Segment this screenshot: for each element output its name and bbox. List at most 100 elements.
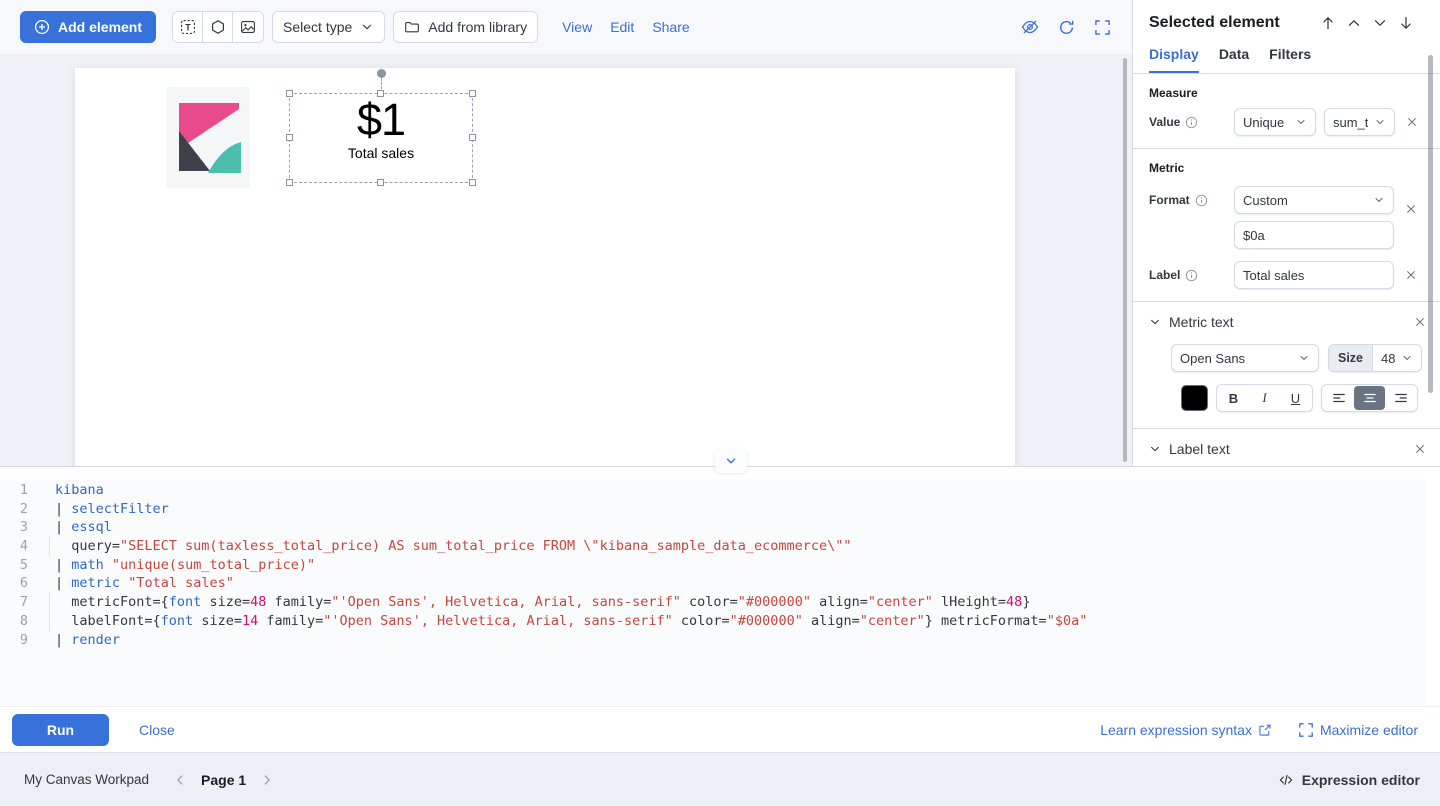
expression-code-editor[interactable]: 1kibana2| selectFilter3| essql4 query="S… (0, 479, 1425, 705)
label-text-toggle[interactable]: Label text (1149, 441, 1230, 457)
panel-scrollbar[interactable] (1428, 55, 1433, 393)
chevron-down-icon (1295, 116, 1307, 128)
run-button[interactable]: Run (12, 714, 109, 746)
resize-handle-sw[interactable] (286, 179, 293, 186)
metric-text-toggle[interactable]: Metric text (1149, 314, 1234, 330)
text-icon: T (180, 19, 196, 35)
size-label: Size (1329, 345, 1373, 371)
workpad-title-button[interactable]: My Canvas Workpad (24, 772, 149, 787)
toolbar-right-icons (1020, 17, 1112, 37)
metric-text-accordion-header: Metric text (1133, 302, 1440, 334)
format-select[interactable]: Custom (1234, 186, 1394, 214)
align-right-icon (1394, 391, 1408, 405)
previous-page-button[interactable] (173, 773, 187, 787)
remove-label-button[interactable] (1403, 267, 1419, 283)
metric-value-text: $1 (357, 96, 405, 144)
text-align-group (1321, 384, 1418, 412)
canvas-scrollbar[interactable] (1123, 58, 1127, 462)
align-center-button[interactable] (1354, 386, 1385, 410)
maximize-editor-link[interactable]: Maximize editor (1298, 722, 1418, 738)
chevron-down-icon (1372, 15, 1388, 31)
chevron-down-icon (360, 20, 374, 34)
resize-handle-nw[interactable] (286, 90, 293, 97)
metric-style-row: B I U (1133, 376, 1440, 416)
kibana-logo-image[interactable] (166, 87, 250, 188)
code-line: 9| render (0, 631, 1425, 650)
italic-button[interactable]: I (1249, 386, 1280, 410)
svg-text:T: T (185, 22, 191, 32)
plus-circle-icon (34, 19, 50, 35)
selected-metric-element[interactable]: $1 Total sales (289, 93, 473, 183)
canvas-area: $1 Total sales (0, 54, 1132, 466)
external-link-icon (1258, 723, 1272, 737)
metric-size-control: Size 48 (1328, 344, 1422, 372)
resize-handle-ne[interactable] (469, 90, 476, 97)
code-line: 5| math "unique(sum_total_price)" (0, 556, 1425, 575)
field-select[interactable]: sum_t (1324, 108, 1395, 136)
fullscreen-button[interactable] (1092, 17, 1112, 37)
send-backward-button[interactable] (1372, 15, 1388, 31)
close-button[interactable]: Close (139, 722, 175, 738)
resize-handle-e[interactable] (469, 134, 476, 141)
add-element-label: Add element (58, 19, 142, 35)
view-link[interactable]: View (562, 19, 592, 35)
next-page-button[interactable] (260, 773, 274, 787)
custom-format-input[interactable] (1234, 221, 1394, 249)
resize-handle-se[interactable] (469, 179, 476, 186)
hide-toolbar-button[interactable] (1020, 17, 1040, 37)
tab-display[interactable]: Display (1149, 40, 1199, 73)
remove-label-text-button[interactable] (1412, 441, 1428, 457)
metric-color-swatch[interactable] (1181, 385, 1208, 411)
page-label: Page 1 (201, 772, 246, 788)
value-row: Value Unique sum_t (1133, 102, 1440, 142)
bring-forward-button[interactable] (1346, 15, 1362, 31)
resize-handle-s[interactable] (377, 179, 384, 186)
layer-order-controls (1320, 15, 1414, 31)
metric-size-select[interactable]: 48 (1373, 345, 1421, 371)
select-type-dropdown[interactable]: Select type (272, 11, 385, 43)
add-image-button[interactable] (233, 12, 263, 42)
maximize-icon (1298, 722, 1314, 738)
tab-data[interactable]: Data (1219, 40, 1249, 73)
aggregation-select[interactable]: Unique (1234, 108, 1316, 136)
bring-to-front-button[interactable] (1320, 15, 1336, 31)
workpad-page[interactable]: $1 Total sales (75, 68, 1015, 466)
metric-label-input[interactable] (1234, 261, 1394, 289)
align-left-button[interactable] (1323, 386, 1354, 410)
close-icon (1405, 269, 1417, 281)
add-text-button[interactable]: T (173, 12, 203, 42)
metric-font-select[interactable]: Open Sans (1171, 344, 1319, 372)
editor-right-links: Learn expression syntax Maximize editor (1100, 722, 1418, 738)
panel-tabs: Display Data Filters (1133, 40, 1440, 74)
main-area: Add element T Select type Add from libra… (0, 0, 1132, 466)
add-shape-button[interactable] (203, 12, 233, 42)
learn-expression-syntax-link[interactable]: Learn expression syntax (1100, 722, 1272, 738)
resize-handle-n[interactable] (377, 90, 384, 97)
editor-mode-indicator[interactable]: Expression editor (1278, 772, 1420, 788)
share-link[interactable]: Share (652, 19, 689, 35)
measure-heading: Measure (1133, 74, 1440, 102)
metric-visualization: $1 Total sales (290, 94, 472, 162)
align-right-button[interactable] (1385, 386, 1416, 410)
add-from-library-button[interactable]: Add from library (393, 11, 538, 43)
refresh-icon (1058, 19, 1075, 36)
code-lines: 1kibana2| selectFilter3| essql4 query="S… (0, 481, 1425, 649)
code-line: 8 labelFont={font size=14 family="'Open … (0, 612, 1425, 631)
collapse-editor-button[interactable] (715, 449, 747, 473)
refresh-button[interactable] (1056, 17, 1076, 37)
element-shortcut-group: T (172, 11, 264, 43)
eye-slash-icon (1021, 18, 1039, 36)
remove-format-button[interactable] (1403, 201, 1419, 217)
send-to-back-button[interactable] (1398, 15, 1414, 31)
code-line: 4 query="SELECT sum(taxless_total_price)… (0, 537, 1425, 556)
resize-handle-w[interactable] (286, 134, 293, 141)
add-element-button[interactable]: Add element (20, 11, 156, 43)
bold-button[interactable]: B (1218, 386, 1249, 410)
code-line: 3| essql (0, 518, 1425, 537)
tab-filters[interactable]: Filters (1269, 40, 1311, 73)
edit-link[interactable]: Edit (610, 19, 634, 35)
rotation-handle[interactable] (377, 69, 386, 78)
remove-metric-text-button[interactable] (1412, 314, 1428, 330)
remove-value-button[interactable] (1404, 114, 1420, 130)
underline-button[interactable]: U (1280, 386, 1311, 410)
